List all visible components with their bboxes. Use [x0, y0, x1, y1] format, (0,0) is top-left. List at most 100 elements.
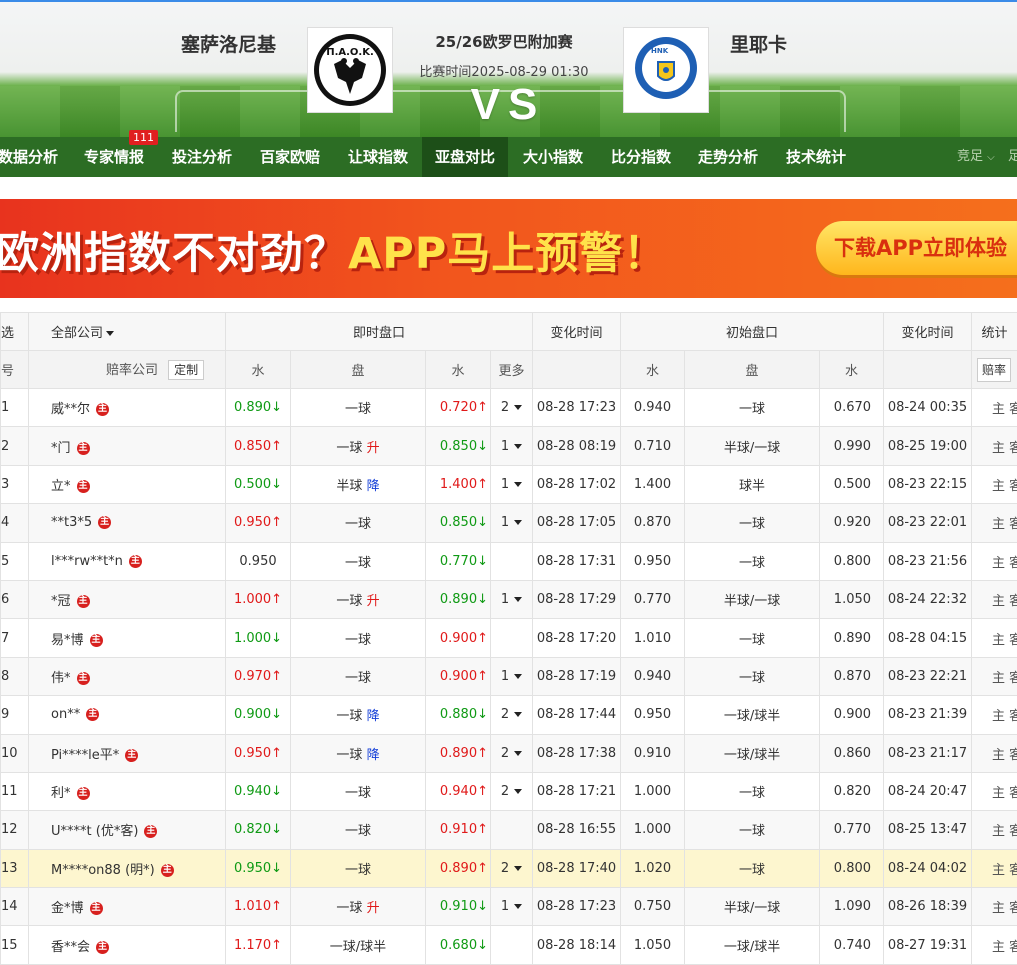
- nav-score-index[interactable]: 比分指数: [603, 137, 679, 177]
- company-cell[interactable]: 易*博主: [29, 619, 226, 657]
- company-name[interactable]: Pi****le平*: [51, 748, 119, 763]
- nav-asian-compare[interactable]: 亚盘对比: [422, 137, 508, 177]
- home-away-stats[interactable]: 主 客: [972, 389, 1017, 427]
- nav-expert-intel[interactable]: 专家情报 111: [76, 137, 152, 177]
- company-name[interactable]: 威**尔: [51, 402, 90, 417]
- home-away-stats[interactable]: 主 客: [972, 465, 1017, 503]
- table-row[interactable]: 6*冠主1.000↑一球 升0.890↓108-28 17:290.770半球/…: [1, 580, 1017, 618]
- more-dropdown[interactable]: 1: [491, 427, 533, 465]
- table-row[interactable]: 11利*主0.940↓一球0.940↑208-28 17:211.000一球0.…: [1, 772, 1017, 810]
- home-away-stats[interactable]: 主 客: [972, 580, 1017, 618]
- more-dropdown[interactable]: 2: [491, 772, 533, 810]
- nav-tech-stats[interactable]: 技术统计: [778, 137, 854, 177]
- company-cell[interactable]: l***rw**t*n主: [29, 542, 226, 580]
- company-cell[interactable]: 金*博主: [29, 888, 226, 926]
- more-dropdown[interactable]: 1: [491, 504, 533, 542]
- table-row[interactable]: 3立*主0.500↓半球 降1.400↑108-28 17:021.400球半0…: [1, 465, 1017, 503]
- more-dropdown[interactable]: 2: [491, 696, 533, 734]
- company-cell[interactable]: *冠主: [29, 580, 226, 618]
- more-dropdown[interactable]: 2: [491, 389, 533, 427]
- more-dropdown[interactable]: 2: [491, 734, 533, 772]
- table-row[interactable]: 13M****on88 (明*)主0.950↓一球0.890↑208-28 17…: [1, 849, 1017, 887]
- init-change-time: 08-23 22:01: [884, 504, 972, 542]
- company-name[interactable]: 金*博: [51, 901, 84, 916]
- company-name[interactable]: on**: [51, 707, 80, 722]
- away-team-logo[interactable]: HNK: [623, 27, 709, 113]
- home-away-stats[interactable]: 主 客: [972, 619, 1017, 657]
- table-row[interactable]: 15香**会主1.170↑一球/球半0.680↓08-28 18:141.050…: [1, 926, 1017, 964]
- company-cell[interactable]: **t3*5主: [29, 504, 226, 542]
- table-row[interactable]: 12U****t (优*客)主0.820↓一球0.910↑08-28 16:55…: [1, 811, 1017, 849]
- company-name[interactable]: U****t (优*客): [51, 824, 138, 839]
- company-cell[interactable]: U****t (优*客)主: [29, 811, 226, 849]
- table-row[interactable]: 14金*博主1.010↑一球 升0.910↓108-28 17:230.750半…: [1, 888, 1017, 926]
- company-cell[interactable]: Pi****le平*主: [29, 734, 226, 772]
- table-row[interactable]: 9on**主0.900↓一球 降0.880↓208-28 17:440.950一…: [1, 696, 1017, 734]
- home-away-stats[interactable]: 主 客: [972, 696, 1017, 734]
- company-name[interactable]: **t3*5: [51, 515, 92, 530]
- customize-button[interactable]: 定制: [168, 360, 204, 380]
- nav-euro-odds[interactable]: 百家欧赔: [252, 137, 328, 177]
- company-name[interactable]: 伟*: [51, 671, 71, 686]
- home-away-stats[interactable]: 主 客: [972, 504, 1017, 542]
- company-cell[interactable]: 利*主: [29, 772, 226, 810]
- company-name[interactable]: 利*: [51, 786, 71, 801]
- home-away-stats[interactable]: 主 客: [972, 811, 1017, 849]
- change-time: 08-28 17:44: [533, 696, 621, 734]
- nav-bet-analysis[interactable]: 投注分析: [164, 137, 240, 177]
- table-row[interactable]: 2*门主0.850↑一球 升0.850↓108-28 08:190.710半球/…: [1, 427, 1017, 465]
- company-cell[interactable]: *门主: [29, 427, 226, 465]
- handicap-change: 升: [362, 594, 379, 609]
- home-away-stats[interactable]: 主 客: [972, 657, 1017, 695]
- home-away-stats[interactable]: 主 客: [972, 849, 1017, 887]
- company-cell[interactable]: M****on88 (明*)主: [29, 849, 226, 887]
- company-cell[interactable]: 伟*主: [29, 657, 226, 695]
- table-row[interactable]: 5l***rw**t*n主0.950一球0.770↓08-28 17:310.9…: [1, 542, 1017, 580]
- table-row[interactable]: 7易*博主1.000↓一球0.900↑08-28 17:201.010一球0.8…: [1, 619, 1017, 657]
- table-row[interactable]: 10Pi****le平*主0.950↑一球 降0.890↑208-28 17:3…: [1, 734, 1017, 772]
- table-row[interactable]: 8伟*主0.970↑一球0.900↑108-28 17:190.940一球0.8…: [1, 657, 1017, 695]
- home-away-stats[interactable]: 主 客: [972, 734, 1017, 772]
- more-dropdown[interactable]: 1: [491, 657, 533, 695]
- table-row[interactable]: 1威**尔主0.890↓一球0.720↑208-28 17:230.940一球0…: [1, 389, 1017, 427]
- stats-select[interactable]: 赔率: [972, 351, 1017, 389]
- company-name[interactable]: *冠: [51, 594, 71, 609]
- more-dropdown[interactable]: 2: [491, 849, 533, 887]
- company-filter-dropdown[interactable]: 全部公司: [29, 313, 226, 351]
- company-name[interactable]: l***rw**t*n: [51, 554, 123, 569]
- more-dropdown[interactable]: 1: [491, 580, 533, 618]
- more-dropdown[interactable]: 1: [491, 465, 533, 503]
- download-app-button[interactable]: 下载APP立即体验: [816, 221, 1017, 275]
- company-name[interactable]: 立*: [51, 479, 71, 494]
- company-cell[interactable]: 香**会主: [29, 926, 226, 964]
- company-name[interactable]: 易*博: [51, 633, 84, 648]
- company-cell[interactable]: 威**尔主: [29, 389, 226, 427]
- home-away-stats[interactable]: 主 客: [972, 926, 1017, 964]
- nav-zu-label[interactable]: 足: [1008, 137, 1017, 177]
- company-cell[interactable]: on**主: [29, 696, 226, 734]
- home-away-stats[interactable]: 主 客: [972, 427, 1017, 465]
- nav-handicap-index[interactable]: 让球指数: [340, 137, 416, 177]
- company-name[interactable]: 香**会: [51, 940, 90, 955]
- stats-select-box[interactable]: 赔率: [977, 358, 1011, 382]
- init-water-away: 0.670: [820, 389, 884, 427]
- company-name[interactable]: M****on88 (明*): [51, 863, 155, 878]
- nav-over-under[interactable]: 大小指数: [515, 137, 591, 177]
- company-cell[interactable]: 立*主: [29, 465, 226, 503]
- home-away-stats[interactable]: 主 客: [972, 888, 1017, 926]
- header-change-time-2: 变化时间: [884, 313, 972, 351]
- nav-jingzu-dropdown[interactable]: 竞足 ⌵: [957, 137, 995, 177]
- nav-data-analysis[interactable]: 数据分析: [0, 137, 58, 177]
- home-away-stats[interactable]: 主 客: [972, 772, 1017, 810]
- more-dropdown[interactable]: 1: [491, 888, 533, 926]
- app-promo-banner[interactable]: 欧洲指数不对劲？APP马上预警！ 下载APP立即体验: [0, 199, 1017, 298]
- init-water-home: 1.020: [621, 849, 685, 887]
- home-away-stats[interactable]: 主 客: [972, 542, 1017, 580]
- home-team-logo[interactable]: Π.Α.Ο.Κ.: [307, 27, 393, 113]
- away-team-name[interactable]: 里耶卡: [730, 30, 787, 57]
- table-row[interactable]: 4**t3*5主0.950↑一球0.850↓108-28 17:050.870一…: [1, 504, 1017, 542]
- home-team-name[interactable]: 塞萨洛尼基: [181, 30, 276, 57]
- company-name[interactable]: *门: [51, 441, 71, 456]
- nav-trend-analysis[interactable]: 走势分析: [690, 137, 766, 177]
- live-water-away: 0.880↓: [426, 696, 491, 734]
